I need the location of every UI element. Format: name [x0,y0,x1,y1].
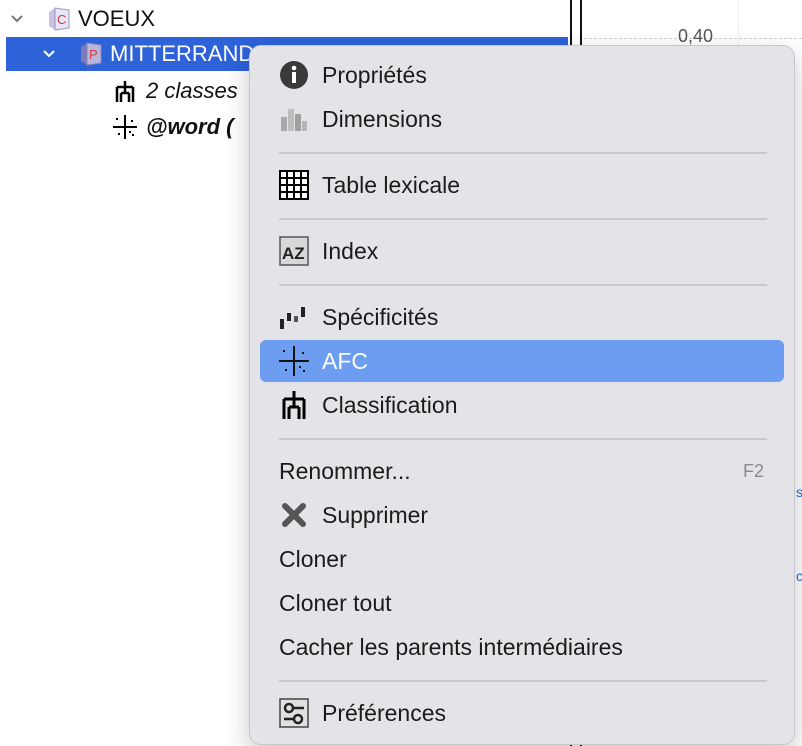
menu-separator [279,152,767,154]
menu-item-classification[interactable]: Classification [260,384,784,426]
menu-item-table-lexicale[interactable]: Table lexicale [260,164,784,206]
az-index-icon: AZ [278,235,310,267]
dimensions-icon [278,103,310,135]
menu-item-label: Index [322,237,379,264]
svg-text:AZ: AZ [282,244,305,263]
shortcut-label: F2 [742,460,764,481]
chevron-down-icon[interactable] [10,12,24,26]
menu-item-cacher-parents[interactable]: Cacher les parents intermédiaires [260,626,784,668]
tree-node-label: @word ( [146,114,234,139]
menu-separator [279,438,767,440]
corpus-icon: C [46,6,72,32]
menu-item-preferences[interactable]: Préférences [260,692,784,734]
menu-separator [279,680,767,682]
menu-item-afc[interactable]: AFC [260,340,784,382]
specificities-icon [278,301,310,333]
info-icon [278,59,310,91]
menu-item-label: Préférences [322,699,447,726]
menu-item-renommer[interactable]: Renommer... F2 [260,450,784,492]
chevron-down-icon[interactable] [42,47,56,61]
tree-node-label: 2 classes [146,78,238,103]
menu-separator [279,284,767,286]
menu-item-label: Table lexicale [322,171,461,198]
menu-item-label: Cloner [279,545,347,572]
classification-icon [278,389,310,421]
menu-item-specificites[interactable]: Spécificités [260,296,784,338]
menu-item-label: Supprimer [322,501,429,528]
classification-icon [112,78,138,104]
menu-item-label: AFC [322,347,368,374]
svg-text:P: P [89,47,98,62]
menu-item-label: Renommer... [279,457,411,484]
menu-item-cloner-tout[interactable]: Cloner tout [260,582,784,624]
afc-icon [278,345,310,377]
context-menu: Propriétés Dimensions Table lexicale AZ [249,45,795,745]
menu-item-label: Classification [322,391,458,418]
edge-glyph: s [796,484,802,500]
menu-item-dimensions[interactable]: Dimensions [260,98,784,140]
menu-item-proprietes[interactable]: Propriétés [260,54,784,96]
preferences-icon [278,697,310,729]
menu-item-label: Spécificités [322,303,439,330]
menu-separator [279,218,767,220]
menu-item-cloner[interactable]: Cloner [260,538,784,580]
menu-item-supprimer[interactable]: Supprimer [260,494,784,536]
afc-icon [112,114,138,140]
menu-item-label: Propriétés [322,61,427,88]
edge-glyph: c [796,568,802,584]
menu-item-label: Cacher les parents intermédiaires [279,633,623,660]
partition-icon: P [78,41,104,67]
tree-node-label: MITTERRAND [110,41,255,66]
menu-item-label: Cloner tout [279,589,392,616]
menu-item-index[interactable]: AZ Index [260,230,784,272]
delete-x-icon [278,499,310,531]
axis-tick-label: 0,40 [678,26,714,46]
menu-item-label: Dimensions [322,105,443,132]
svg-text:C: C [57,12,66,27]
table-grid-icon [278,169,310,201]
tree-node-voeux[interactable]: C VOEUX [10,2,570,36]
tree-node-label: VOEUX [78,6,156,31]
